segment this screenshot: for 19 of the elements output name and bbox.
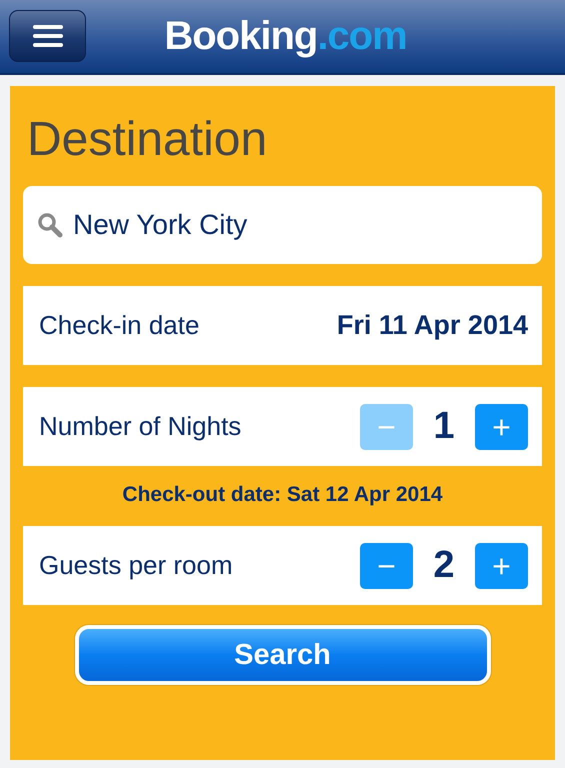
checkin-label: Check-in date — [39, 310, 200, 341]
checkin-value: Fri 11 Apr 2014 — [336, 310, 528, 341]
increment-button[interactable]: + — [475, 404, 528, 450]
stepper-value: 2 — [432, 544, 456, 587]
menu-icon — [32, 25, 62, 47]
checkout-note: Check-out date: Sat 12 Apr 2014 — [121, 482, 444, 508]
logo-text: Booking — [164, 14, 318, 59]
stepper-label: Number of Nights — [39, 411, 242, 442]
panel-title: Destination — [27, 112, 268, 168]
menu-button[interactable] — [9, 10, 86, 62]
destination-field[interactable]: New York City — [23, 186, 542, 264]
search-button[interactable]: Search — [74, 625, 490, 685]
decrement-button[interactable]: − — [360, 542, 413, 588]
search-icon — [37, 212, 63, 238]
checkin-row[interactable]: Check-in date Fri 11 Apr 2014 — [23, 286, 542, 365]
increment-button[interactable]: + — [475, 542, 528, 588]
logo-suffix: .com — [317, 14, 407, 59]
stepper-value: 1 — [432, 405, 456, 448]
stepper-label: Guests per room — [39, 550, 233, 581]
